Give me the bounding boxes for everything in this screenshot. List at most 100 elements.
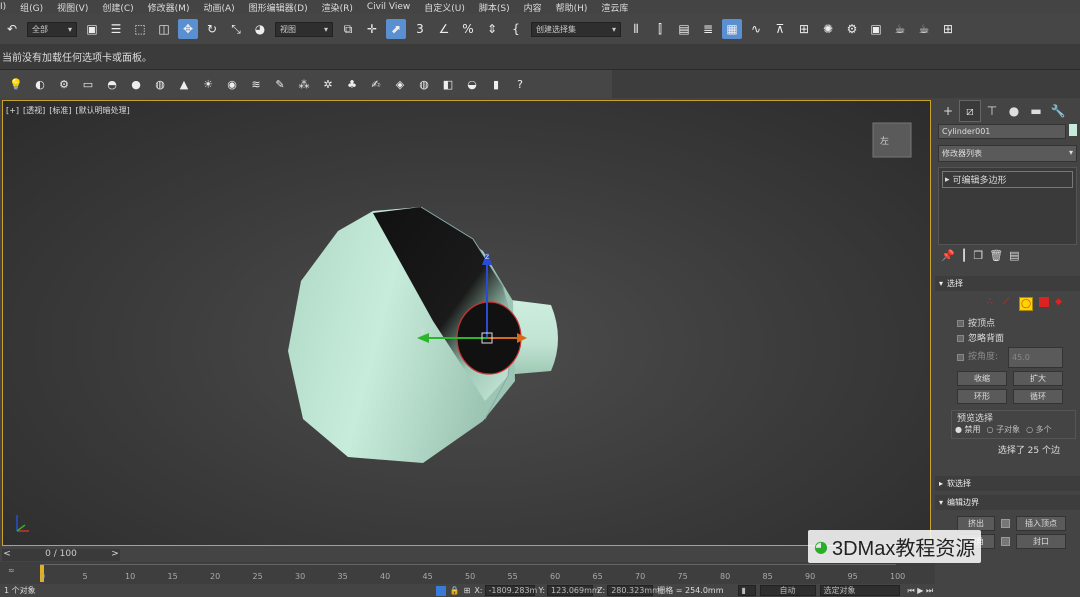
hemisphere-icon[interactable]: ◓ bbox=[103, 75, 121, 93]
menu-item[interactable]: 视图(V) bbox=[57, 1, 88, 14]
menu-item[interactable]: 动画(A) bbox=[203, 1, 234, 14]
window-crossing-icon[interactable]: ◫ bbox=[154, 19, 174, 39]
spinner-snap-icon[interactable]: ⇕ bbox=[482, 19, 502, 39]
box-icon[interactable]: ▭ bbox=[79, 75, 97, 93]
camera-icon[interactable]: ◐ bbox=[31, 75, 49, 93]
track-bar[interactable]: ≈ 0 5 10 15 20 25 30 35 40 45 50 55 60 65 70 75 80 85 90 95… bbox=[0, 562, 935, 584]
preview-disabled-option[interactable]: ● 禁用 bbox=[955, 424, 981, 435]
light-icon[interactable]: 💡 bbox=[7, 75, 25, 93]
render-region-icon[interactable]: ◧ bbox=[439, 75, 457, 93]
schematic-view-icon[interactable]: ⊞ bbox=[794, 19, 814, 39]
select-object-icon[interactable]: ▣ bbox=[82, 19, 102, 39]
track-view-icon[interactable]: ≈ bbox=[8, 566, 15, 575]
ignore-backfacing-checkbox[interactable] bbox=[957, 335, 964, 342]
make-unique-icon[interactable]: ❐ bbox=[973, 249, 983, 262]
select-manipulate-icon[interactable]: ✛ bbox=[362, 19, 382, 39]
by-angle-checkbox[interactable] bbox=[957, 354, 964, 361]
vp-standard[interactable]: [标准] bbox=[49, 106, 71, 115]
omni-icon[interactable]: ◉ bbox=[223, 75, 241, 93]
absolute-mode-icon[interactable]: ⊞ bbox=[464, 586, 471, 595]
menu-item[interactable]: I) bbox=[0, 2, 6, 12]
menu-item[interactable]: 内容 bbox=[524, 1, 542, 14]
cap-button[interactable]: 封口 bbox=[1016, 534, 1066, 549]
render-icon[interactable]: ☕ bbox=[890, 19, 910, 39]
reference-coord-dropdown[interactable]: 视图 ▾ bbox=[275, 21, 333, 37]
menu-item[interactable]: 自定义(U) bbox=[424, 1, 465, 14]
viewcube[interactable] bbox=[872, 122, 912, 158]
modifier-list-dropdown[interactable]: 修改器列表 ▾ bbox=[938, 145, 1077, 162]
menu-item[interactable]: 图形编辑器(D) bbox=[249, 1, 308, 14]
snap-3d-icon[interactable]: 3 bbox=[410, 19, 430, 39]
modify-tab-icon[interactable]: ⧄ bbox=[959, 100, 981, 122]
place-icon[interactable]: ◕ bbox=[250, 19, 270, 39]
playback-controls[interactable]: ⏮ ▶ ⏭ bbox=[908, 586, 934, 596]
angle-value-field[interactable]: 45.0 bbox=[1008, 347, 1064, 368]
chamfer-settings-icon[interactable] bbox=[1001, 537, 1010, 546]
utilities-tab-icon[interactable]: 🔧 bbox=[1047, 100, 1069, 122]
tree-icon[interactable]: ♣ bbox=[343, 75, 361, 93]
named-selection-dropdown[interactable]: 创建选择集 ▾ bbox=[531, 21, 621, 37]
undo-icon[interactable]: ↶ bbox=[2, 19, 22, 39]
edit-edges-header[interactable]: ▾ 编辑边界 bbox=[935, 495, 1080, 510]
layer-explorer-icon[interactable]: ≣ bbox=[698, 19, 718, 39]
selected-objects-dropdown[interactable]: 选定对象 bbox=[819, 585, 900, 596]
selection-lock-icon[interactable] bbox=[435, 585, 446, 596]
create-tab-icon[interactable]: + bbox=[937, 100, 959, 122]
pin-stack-icon[interactable]: 📌 bbox=[941, 249, 955, 262]
shading-icon[interactable]: ◒ bbox=[463, 75, 481, 93]
dope-sheet-icon[interactable]: ⊼ bbox=[770, 19, 790, 39]
mirror-icon[interactable]: ⫴ bbox=[626, 19, 646, 39]
paint-icon[interactable]: ✍ bbox=[367, 75, 385, 93]
menu-item[interactable]: 渲云库 bbox=[601, 1, 628, 14]
lock-icon[interactable]: 🔒 bbox=[450, 586, 460, 595]
move-icon[interactable]: ✥ bbox=[178, 19, 198, 39]
hierarchy-tab-icon[interactable]: ⊤ bbox=[981, 100, 1003, 122]
insert-vertex-button[interactable]: 插入顶点 bbox=[1016, 516, 1066, 531]
save-icon[interactable]: ▮ bbox=[487, 75, 505, 93]
edit-named-sets-icon[interactable]: { bbox=[506, 19, 526, 39]
element-level-icon[interactable]: ◆ bbox=[1055, 297, 1065, 307]
scene-explorer-icon[interactable]: ▤ bbox=[674, 19, 694, 39]
render-frame-icon[interactable]: ▣ bbox=[866, 19, 886, 39]
pivot-center-icon[interactable]: ⧉ bbox=[338, 19, 358, 39]
vp-plus[interactable]: [+] bbox=[6, 106, 19, 115]
vp-perspective[interactable]: [透视] bbox=[23, 106, 45, 115]
toggle-ribbon-icon[interactable]: ▦ bbox=[722, 19, 742, 39]
curve-editor-icon[interactable]: ∿ bbox=[746, 19, 766, 39]
stack-item[interactable]: ▸ 可编辑多边形 bbox=[942, 171, 1073, 188]
time-slider[interactable]: 0 / 100 bbox=[12, 549, 110, 561]
selection-rollout-header[interactable]: ▾ 选择 bbox=[935, 276, 1080, 291]
ring-button[interactable]: 环形 bbox=[957, 389, 1007, 404]
menu-item[interactable]: 修改器(M) bbox=[148, 1, 190, 14]
preview-multi-option[interactable]: ○ 多个 bbox=[1026, 424, 1052, 435]
sound-icon[interactable]: ⚙ bbox=[55, 75, 73, 93]
add-time-tag-icon[interactable]: ▮ bbox=[737, 585, 756, 596]
percent-snap-icon[interactable]: % bbox=[458, 19, 478, 39]
menu-item[interactable]: 组(G) bbox=[20, 1, 43, 14]
keyboard-shortcut-icon[interactable]: ⬈ bbox=[386, 19, 406, 39]
angle-snap-icon[interactable]: ∠ bbox=[434, 19, 454, 39]
material-editor-icon[interactable]: ✺ bbox=[818, 19, 838, 39]
display-tab-icon[interactable]: ▬ bbox=[1025, 100, 1047, 122]
cone-icon[interactable]: ▲ bbox=[175, 75, 193, 93]
by-vertex-row[interactable]: 按顶点 bbox=[957, 317, 1080, 332]
brush-icon[interactable]: ✎ bbox=[271, 75, 289, 93]
render-iterative-icon[interactable]: ☕ bbox=[914, 19, 934, 39]
rect-selection-icon[interactable]: ⬚ bbox=[130, 19, 150, 39]
select-by-name-icon[interactable]: ☰ bbox=[106, 19, 126, 39]
scale-icon[interactable]: ⤡ bbox=[226, 19, 246, 39]
prev-frame-icon[interactable]: < bbox=[2, 549, 12, 561]
effect-icon[interactable]: ≋ bbox=[247, 75, 265, 93]
expand-icon[interactable]: ▸ bbox=[945, 175, 950, 185]
material-icon[interactable]: ◈ bbox=[391, 75, 409, 93]
ignore-backfacing-row[interactable]: 忽略背面 bbox=[957, 332, 1080, 347]
y-coordinate-field[interactable]: 123.069mm bbox=[547, 585, 600, 596]
extra-tools-icon[interactable]: ⊞ bbox=[938, 19, 958, 39]
menu-item[interactable]: Civil View bbox=[367, 2, 410, 12]
align-icon[interactable]: ⫿ bbox=[650, 19, 670, 39]
edge-level-icon[interactable]: ⟋ bbox=[1003, 297, 1013, 307]
z-coordinate-field[interactable]: 280.323mm bbox=[607, 585, 660, 596]
menu-item[interactable]: 帮助(H) bbox=[556, 1, 588, 14]
soft-selection-header[interactable]: ▸ 软选择 bbox=[935, 476, 1080, 491]
preview-subobj-option[interactable]: ○ 子对象 bbox=[987, 424, 1021, 435]
